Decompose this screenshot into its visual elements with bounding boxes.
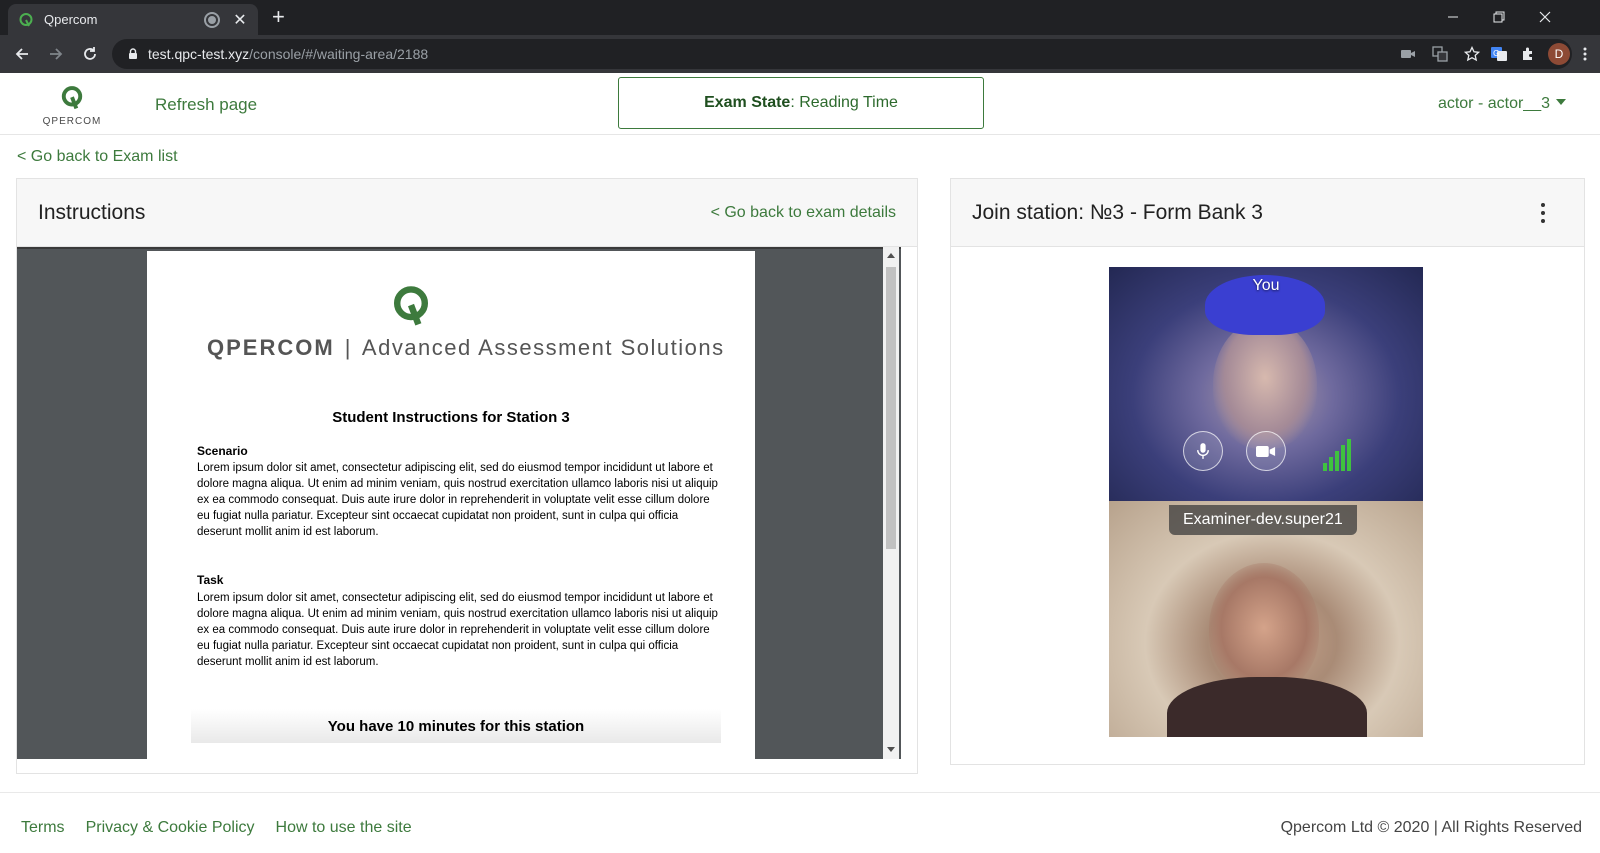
instructions-panel-header: Instructions < Go back to exam details <box>17 179 917 247</box>
examiner-video-person <box>1209 563 1319 693</box>
camera-toggle-button[interactable] <box>1246 431 1286 471</box>
qpercom-logo[interactable]: QPERCOM <box>40 85 104 127</box>
back-to-exam-details-link[interactable]: < Go back to exam details <box>711 204 896 222</box>
recording-indicator-icon <box>206 13 218 26</box>
pdf-qpercom-logo-icon <box>393 286 429 326</box>
reload-icon[interactable] <box>78 42 102 66</box>
station-panel: Join station: №3 - Form Bank 3 You Exami… <box>950 178 1585 765</box>
self-video-label: You <box>1252 277 1280 294</box>
bookmark-star-icon[interactable] <box>1464 46 1480 62</box>
address-bar[interactable]: test.qpc-test.xyz/console/#/waiting-area… <box>112 39 1572 69</box>
pdf-brand-separator: | <box>344 335 352 360</box>
time-notice: You have 10 minutes for this station <box>191 709 721 743</box>
pdf-viewer[interactable]: QPERCOM | Advanced Assessment Solutions St… <box>17 247 901 759</box>
extensions-puzzle-icon[interactable] <box>1520 46 1536 62</box>
minimize-icon <box>1448 16 1458 17</box>
forward-arrow-icon[interactable] <box>44 42 68 66</box>
instructions-title: Instructions <box>38 201 146 224</box>
privacy-cookie-policy-link[interactable]: Privacy & Cookie Policy <box>86 819 255 837</box>
scroll-up-arrow-icon[interactable] <box>887 253 895 258</box>
video-camera-icon <box>1256 445 1276 457</box>
self-video-person <box>1213 319 1317 449</box>
browser-tab[interactable]: Qpercom ✕ <box>8 4 258 35</box>
back-to-exam-list-link[interactable]: < Go back to Exam list <box>17 148 178 166</box>
pdf-logo <box>147 283 755 334</box>
tab-title: Qpercom <box>44 12 98 27</box>
task-title: Task <box>197 573 224 587</box>
minimize-window-button[interactable] <box>1430 0 1476 33</box>
logo-text: QPERCOM <box>42 116 102 127</box>
pdf-heading: Student Instructions for Station 3 <box>332 409 570 426</box>
close-icon <box>1539 11 1551 22</box>
caret-down-icon <box>1556 99 1566 105</box>
qpercom-logo-icon <box>61 86 83 110</box>
url-path: /console/#/waiting-area/2188 <box>249 46 429 62</box>
station-title: Join station: №3 - Form Bank 3 <box>972 201 1263 224</box>
user-name: actor - actor__3 <box>1437 95 1550 112</box>
microphone-icon <box>1197 443 1209 459</box>
pdf-brand-line: QPERCOM | Advanced Assessment Solutions <box>207 335 727 361</box>
camera-in-use-icon[interactable] <box>1400 46 1416 62</box>
exam-state-badge: Exam State: Reading Time <box>618 77 984 129</box>
refresh-page-link[interactable]: Refresh page <box>155 95 257 115</box>
pdf-brand-company: QPERCOM <box>207 335 335 360</box>
station-panel-header: Join station: №3 - Form Bank 3 <box>951 179 1584 247</box>
user-menu-dropdown[interactable]: actor - actor__3 <box>1438 95 1566 113</box>
restore-window-button[interactable] <box>1476 0 1522 33</box>
google-translate-extension-icon[interactable]: G <box>1490 45 1508 63</box>
examiner-video-label: Examiner-dev.super21 <box>1169 505 1357 535</box>
more-options-icon[interactable] <box>1540 203 1546 223</box>
svg-text:G: G <box>1493 49 1499 58</box>
browser-toolbar: test.qpc-test.xyz/console/#/waiting-area… <box>0 35 1600 73</box>
examiner-video-chair <box>1167 677 1367 737</box>
connection-signal-icon <box>1323 439 1353 471</box>
exam-state-label: Exam State <box>704 94 791 111</box>
exam-state-value: : Reading Time <box>790 94 898 111</box>
pdf-brand-tagline: Advanced Assessment Solutions <box>361 335 725 360</box>
copyright-text: Qpercom Ltd © 2020 | All Rights Reserved <box>1280 819 1582 836</box>
scroll-thumb[interactable] <box>886 267 896 549</box>
scroll-down-arrow-icon[interactable] <box>887 747 895 752</box>
browser-menu-icon[interactable] <box>1582 46 1588 62</box>
translate-icon[interactable] <box>1432 46 1448 62</box>
lock-icon <box>126 47 140 61</box>
pdf-scrollbar[interactable] <box>883 247 899 759</box>
app-header: QPERCOM Refresh page Exam State: Reading… <box>0 73 1600 135</box>
new-tab-icon[interactable]: + <box>272 6 285 28</box>
restore-icon <box>1493 11 1505 22</box>
instructions-panel: Instructions < Go back to exam details Q… <box>16 178 918 774</box>
examiner-video-feed: Examiner-dev.super21 <box>1109 501 1423 737</box>
footer-links: Terms Privacy & Cookie Policy How to use… <box>21 819 412 837</box>
how-to-use-link[interactable]: How to use the site <box>276 819 412 837</box>
close-tab-icon[interactable]: ✕ <box>232 10 248 30</box>
microphone-toggle-button[interactable] <box>1183 431 1223 471</box>
scenario-text: Lorem ipsum dolor sit amet, consectetur … <box>197 462 718 538</box>
profile-avatar[interactable]: D <box>1548 43 1570 65</box>
qpercom-favicon-icon <box>18 12 34 28</box>
task-text: Lorem ipsum dolor sit amet, consectetur … <box>197 592 718 668</box>
self-video-feed: You <box>1109 267 1423 501</box>
close-window-button[interactable] <box>1522 0 1568 33</box>
pdf-page: QPERCOM | Advanced Assessment Solutions St… <box>147 251 755 759</box>
scenario-title: Scenario <box>197 444 248 458</box>
url-host: test.qpc-test.xyz <box>148 46 250 62</box>
page-footer: Terms Privacy & Cookie Policy How to use… <box>0 792 1600 853</box>
terms-link[interactable]: Terms <box>21 819 65 837</box>
browser-tabstrip: Qpercom ✕ + <box>0 0 1600 35</box>
back-arrow-icon[interactable] <box>10 42 34 66</box>
